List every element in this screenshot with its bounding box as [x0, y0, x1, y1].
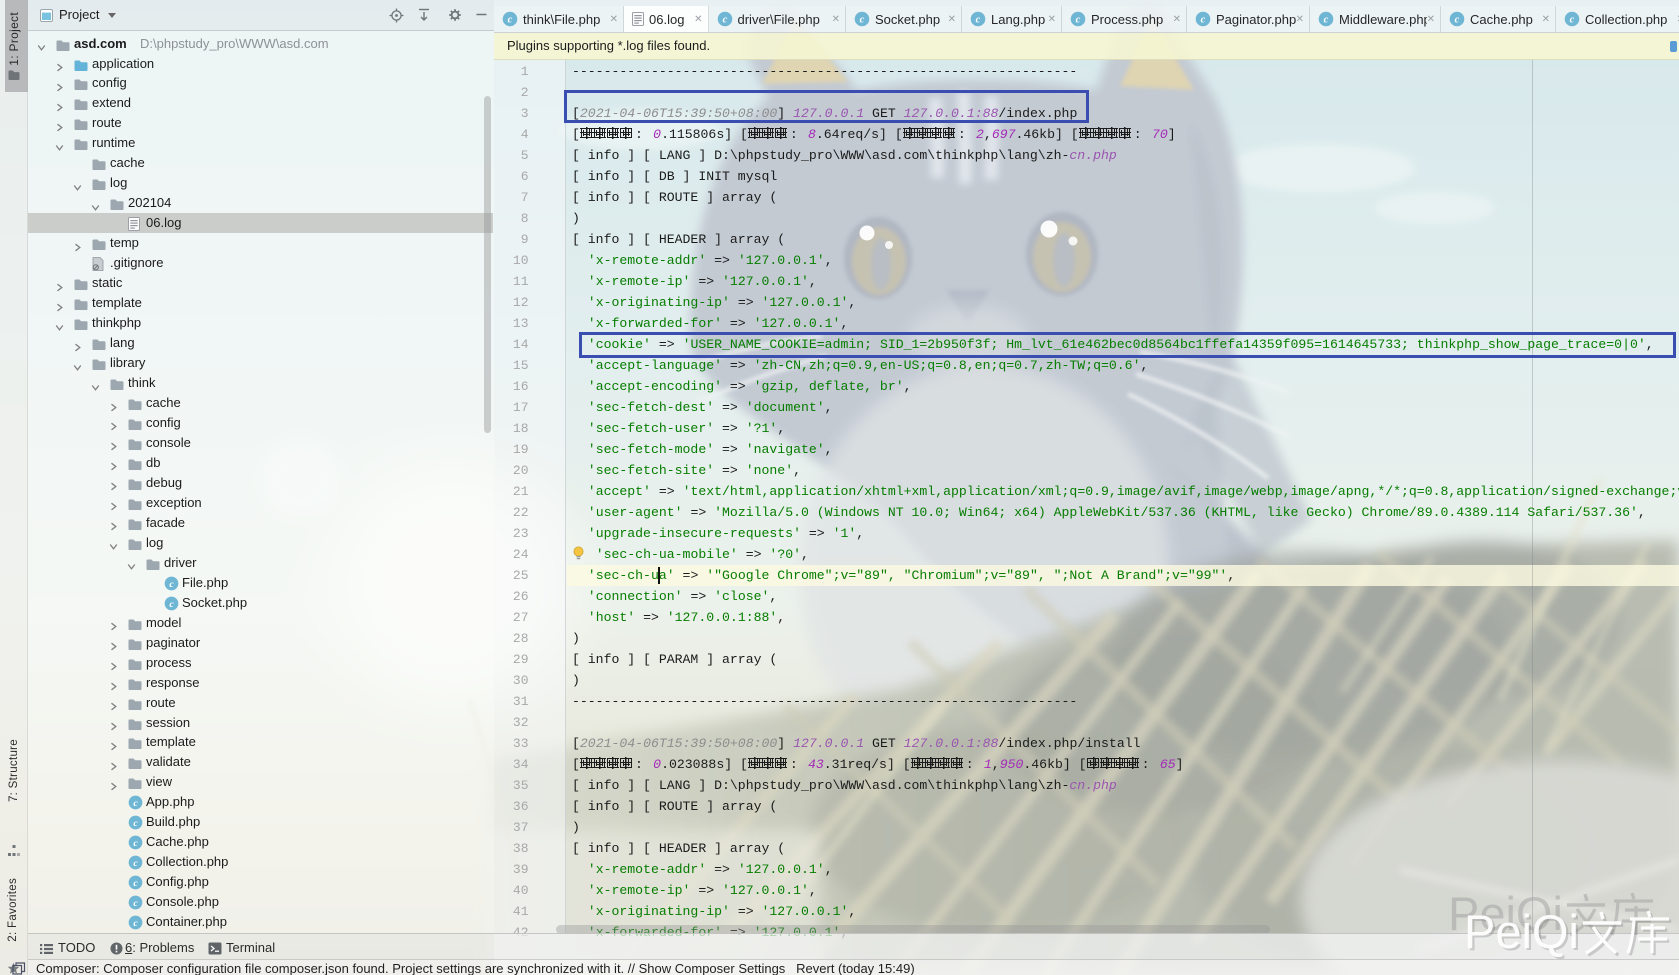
- svg-text:c: c: [133, 818, 138, 829]
- svg-text:c: c: [1076, 15, 1081, 26]
- svg-text:c: c: [976, 15, 981, 26]
- svg-text:c: c: [1201, 15, 1206, 26]
- svg-text:c: c: [133, 838, 138, 849]
- svg-text:c: c: [133, 858, 138, 869]
- svg-text:c: c: [169, 599, 174, 610]
- svg-text:c: c: [1324, 15, 1329, 26]
- svg-text:c: c: [133, 798, 138, 809]
- svg-text:c: c: [1455, 15, 1460, 26]
- svg-text:c: c: [169, 579, 174, 590]
- svg-text:c: c: [133, 878, 138, 889]
- svg-text:PeiQi: PeiQi: [1464, 905, 1579, 958]
- svg-text:c: c: [860, 15, 865, 26]
- svg-text:c: c: [722, 15, 727, 26]
- svg-text:c: c: [508, 15, 513, 26]
- svg-text:c: c: [133, 898, 138, 909]
- svg-text:c: c: [1570, 15, 1575, 26]
- svg-text:c: c: [133, 918, 138, 929]
